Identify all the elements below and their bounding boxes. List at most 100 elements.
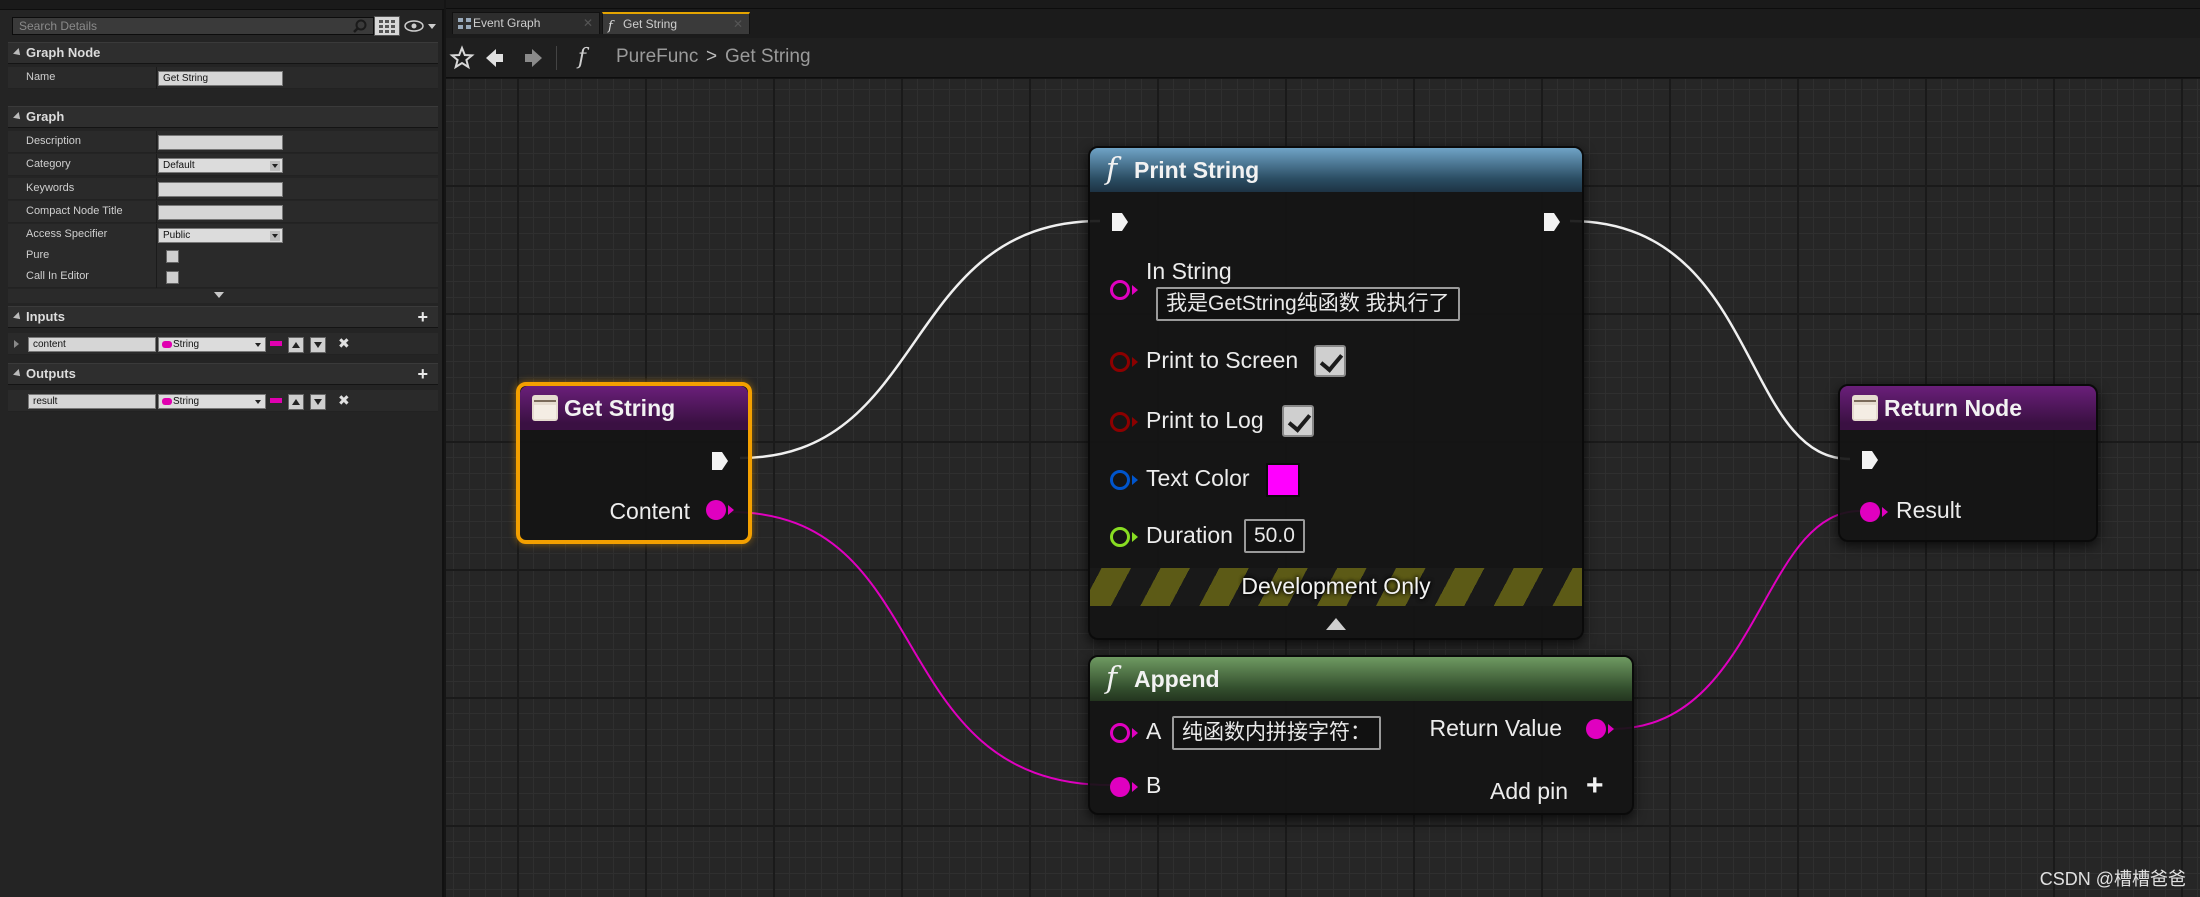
dropdown-arrow-icon[interactable] (253, 397, 263, 407)
result-pin-label: Result (1896, 497, 1962, 523)
breadcrumb-current[interactable]: Get String (725, 46, 811, 68)
append-node[interactable]: f Append A 纯函数内拼接字符： B Return Value Add … (1088, 655, 1634, 815)
remove-input-x-icon[interactable]: ✖ (338, 335, 350, 352)
move-down-icon[interactable] (310, 394, 326, 410)
duration-pin[interactable] (1110, 527, 1130, 547)
details-search-placeholder: Search Details (19, 19, 98, 33)
tab-get-string[interactable]: f Get String ✕ (602, 12, 750, 34)
description-property-row: Description (8, 131, 438, 153)
access-specifier-property-row: Access Specifier Public (8, 224, 438, 246)
add-input-plus-icon[interactable]: + (417, 307, 428, 327)
return-node-header[interactable]: Return Node (1840, 386, 2096, 430)
print-string-node[interactable]: f Print String In String 我是GetString纯函数 … (1088, 146, 1584, 640)
add-pin-label[interactable]: Add pin (1490, 778, 1568, 805)
node-title: Print String (1134, 157, 1260, 183)
content-string-pin[interactable] (706, 500, 726, 520)
get-string-node-header[interactable]: Get String (520, 386, 748, 430)
category-dropdown[interactable]: Default (158, 158, 283, 173)
move-up-icon[interactable] (288, 394, 304, 410)
add-pin-plus-icon[interactable]: + (1586, 769, 1604, 803)
b-string-pin[interactable] (1110, 777, 1130, 797)
tab-event-graph[interactable]: Event Graph ✕ (452, 12, 600, 34)
column-divider[interactable] (156, 245, 157, 267)
advanced-pins-toggle-icon[interactable] (1326, 618, 1346, 630)
in-string-value-field[interactable]: 我是GetString纯函数 我执行了 (1156, 287, 1460, 321)
output-pin-name-field[interactable]: result (28, 394, 156, 409)
output-pin-row: result String ✖ (8, 390, 438, 412)
get-string-entry-node[interactable]: Get String Content (516, 382, 752, 544)
input-pin-type-dropdown[interactable]: String (158, 337, 266, 352)
text-color-pin[interactable] (1110, 470, 1130, 490)
add-output-plus-icon[interactable]: + (417, 364, 428, 384)
close-tab-icon[interactable]: ✕ (733, 14, 743, 34)
entry-node-icon (532, 395, 558, 421)
view-options-grid-icon[interactable] (374, 16, 400, 36)
print-to-screen-pin[interactable] (1110, 352, 1130, 372)
keywords-label: Keywords (26, 182, 75, 194)
call-in-editor-checkbox[interactable] (166, 271, 179, 284)
exec-in-pin-icon[interactable] (1110, 211, 1130, 233)
dropdown-arrow-icon[interactable] (270, 231, 280, 241)
print-to-screen-checkbox[interactable] (1314, 345, 1346, 377)
exec-out-pin-icon[interactable] (1542, 211, 1562, 233)
graph-section-header[interactable]: Graph (8, 106, 438, 128)
breadcrumb-root[interactable]: PureFunc (616, 46, 698, 68)
name-field[interactable]: Get String (158, 71, 283, 86)
pure-checkbox[interactable] (166, 250, 179, 263)
dropdown-arrow-icon[interactable] (270, 161, 280, 171)
function-icon: f (608, 19, 613, 34)
text-color-swatch[interactable] (1266, 463, 1300, 497)
access-specifier-dropdown[interactable]: Public (158, 228, 283, 243)
exec-out-pin-icon[interactable] (710, 450, 730, 472)
move-up-icon[interactable] (288, 337, 304, 353)
favorite-star-icon[interactable] (448, 44, 476, 72)
pure-label: Pure (26, 249, 50, 261)
append-node-header[interactable]: f Append (1090, 657, 1632, 701)
remove-output-x-icon[interactable]: ✖ (338, 392, 350, 409)
close-tab-icon[interactable]: ✕ (583, 13, 593, 33)
back-arrow-icon[interactable] (480, 44, 508, 72)
description-field[interactable] (158, 135, 283, 150)
exec-in-pin-icon[interactable] (1860, 449, 1880, 471)
advanced-expander[interactable] (8, 289, 438, 303)
in-string-pin[interactable] (1110, 280, 1130, 300)
column-divider[interactable] (156, 67, 157, 89)
return-value-pin[interactable] (1586, 719, 1606, 739)
chevron-down-icon[interactable] (214, 292, 224, 298)
node-title: Append (1134, 666, 1220, 692)
move-down-icon[interactable] (310, 337, 326, 353)
column-divider[interactable] (156, 154, 157, 176)
print-string-node-header[interactable]: f Print String (1090, 148, 1582, 192)
forward-arrow-icon[interactable] (520, 44, 548, 72)
duration-value-field[interactable]: 50.0 (1244, 519, 1305, 553)
column-divider[interactable] (156, 224, 157, 246)
keywords-property-row: Keywords (8, 178, 438, 200)
container-type-icon[interactable] (270, 341, 282, 346)
dropdown-arrow-icon[interactable] (253, 340, 263, 350)
column-divider[interactable] (156, 178, 157, 200)
result-string-pin[interactable] (1860, 502, 1880, 522)
a-string-pin[interactable] (1110, 723, 1130, 743)
input-pin-name-field[interactable]: content (28, 337, 156, 352)
string-type-swatch (162, 398, 172, 405)
expand-arrow-icon[interactable] (14, 340, 19, 348)
search-icon[interactable] (353, 19, 367, 33)
collapse-arrow-icon (13, 112, 23, 122)
print-to-log-checkbox[interactable] (1282, 405, 1314, 437)
compact-title-property-row: Compact Node Title (8, 201, 438, 223)
column-divider[interactable] (156, 131, 157, 153)
output-pin-type-dropdown[interactable]: String (158, 394, 266, 409)
a-value-field[interactable]: 纯函数内拼接字符： (1172, 716, 1381, 750)
column-divider[interactable] (156, 201, 157, 223)
outputs-section-header[interactable]: Outputs + (8, 363, 438, 385)
print-to-log-pin[interactable] (1110, 412, 1130, 432)
return-node[interactable]: Return Node Result (1838, 384, 2098, 542)
container-type-icon[interactable] (270, 398, 282, 403)
visibility-eye-icon[interactable] (404, 18, 438, 34)
compact-title-field[interactable] (158, 205, 283, 220)
inputs-section-header[interactable]: Inputs + (8, 306, 438, 328)
column-divider[interactable] (156, 266, 157, 288)
keywords-field[interactable] (158, 182, 283, 197)
details-search-input[interactable]: Search Details (12, 17, 374, 35)
graph-node-section-header[interactable]: Graph Node (8, 42, 438, 64)
